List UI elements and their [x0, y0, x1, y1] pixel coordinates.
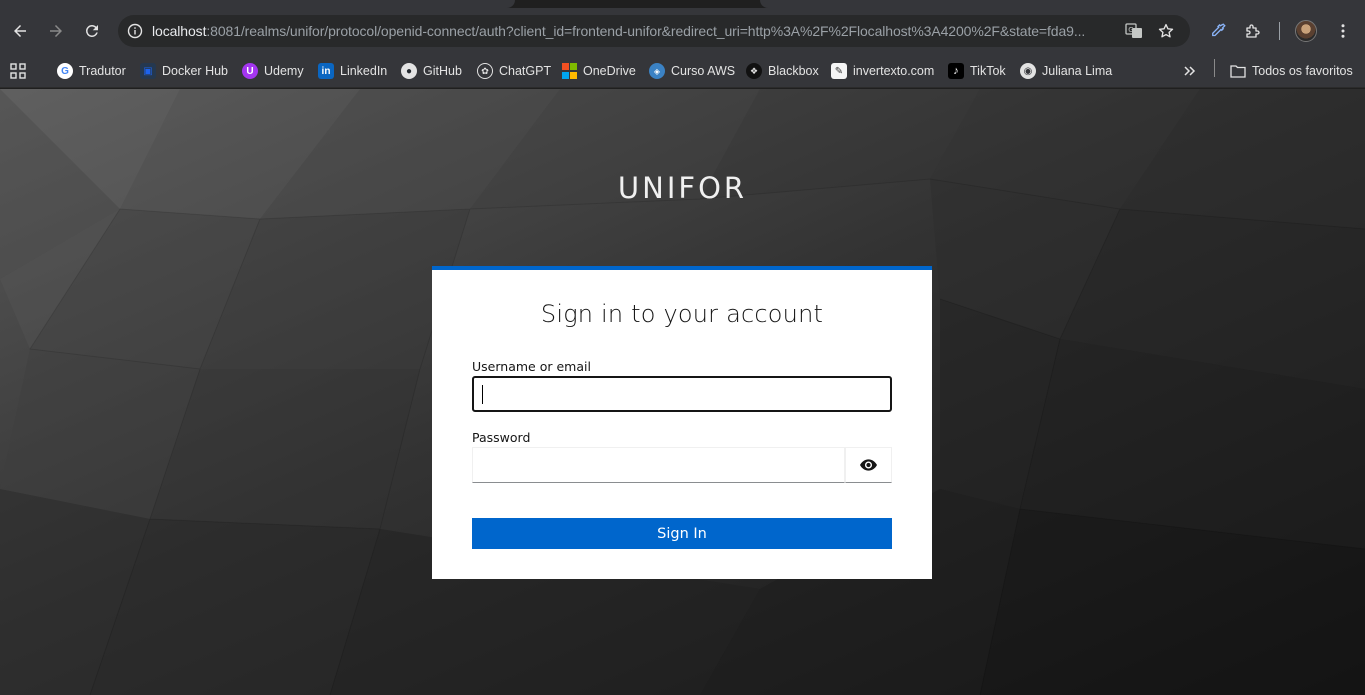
- bookmark-udemy[interactable]: U Udemy: [242, 60, 304, 82]
- reload-button[interactable]: [74, 13, 110, 49]
- url-path: :8081/realms/unifor/protocol/openid-conn…: [206, 23, 1086, 39]
- bookmark-label: Curso AWS: [671, 64, 736, 78]
- sign-in-button[interactable]: Sign In: [472, 518, 892, 549]
- extensions-icon[interactable]: [1240, 16, 1266, 46]
- blackbox-icon: ❖: [746, 63, 762, 79]
- login-title: Sign in to your account: [540, 300, 824, 328]
- url-host: localhost: [152, 23, 207, 39]
- star-icon[interactable]: [1156, 21, 1176, 41]
- linkedin-icon: in: [318, 63, 334, 79]
- apps-grid-icon[interactable]: [10, 60, 26, 82]
- eyedropper-icon[interactable]: [1205, 16, 1231, 46]
- bookmark-linkedin[interactable]: in LinkedIn: [318, 60, 387, 82]
- bookmark-chatgpt[interactable]: ✿ ChatGPT: [477, 60, 551, 82]
- bookmark-label: Blackbox: [768, 64, 819, 78]
- tiktok-icon: ♪: [948, 63, 964, 79]
- bookmark-tiktok[interactable]: ♪ TikTok: [948, 60, 1006, 82]
- aws-icon: ◈: [649, 63, 665, 79]
- text-caret: [482, 385, 483, 404]
- udemy-icon: U: [242, 63, 258, 79]
- bookmarks-bar: G Tradutor ▣ Docker Hub U Udemy in Linke…: [0, 54, 1365, 88]
- realm-title: UNIFOR: [617, 171, 748, 205]
- bookmark-onedrive[interactable]: OneDrive: [561, 60, 636, 82]
- forward-button[interactable]: [38, 13, 74, 49]
- password-group: [472, 447, 892, 483]
- tab-strip-area: [760, 0, 1365, 8]
- browser-toolbar: localhost:8081/realms/unifor/protocol/op…: [0, 8, 1365, 54]
- url-text[interactable]: localhost:8081/realms/unifor/protocol/op…: [152, 23, 1112, 39]
- username-label: Username or email: [472, 359, 591, 374]
- login-card: Sign in to your account Username or emai…: [432, 266, 932, 579]
- bookmark-github[interactable]: ● GitHub: [401, 60, 462, 82]
- bookmark-docker-hub[interactable]: ▣ Docker Hub: [140, 60, 228, 82]
- docker-icon: ▣: [140, 63, 156, 79]
- google-icon: G: [57, 63, 73, 79]
- bookmark-blackbox[interactable]: ❖ Blackbox: [746, 60, 819, 82]
- all-bookmarks-label: Todos os favoritos: [1252, 64, 1353, 78]
- bookmark-juliana-lima[interactable]: ◉ Juliana Lima: [1020, 60, 1112, 82]
- chatgpt-icon: ✿: [477, 63, 493, 79]
- password-field[interactable]: [472, 447, 845, 483]
- invertexto-icon: ✎: [831, 63, 847, 79]
- login-page: UNIFOR Sign in to your account Username …: [0, 89, 1365, 695]
- bookmark-label: invertexto.com: [853, 64, 935, 78]
- profile-avatar[interactable]: [1293, 16, 1319, 46]
- menu-kebab-icon[interactable]: [1330, 16, 1356, 46]
- bookmark-curso-aws[interactable]: ◈ Curso AWS: [649, 60, 735, 82]
- folder-icon: [1230, 63, 1246, 79]
- tab-strip: [0, 0, 1365, 8]
- bookmark-label: Tradutor: [79, 64, 126, 78]
- translate-icon[interactable]: G: [1124, 21, 1144, 41]
- show-password-button[interactable]: [845, 447, 892, 483]
- back-button[interactable]: [2, 13, 38, 49]
- active-tab[interactable]: [0, 0, 515, 8]
- address-bar[interactable]: localhost:8081/realms/unifor/protocol/op…: [118, 15, 1190, 47]
- globe-icon: ◉: [1020, 63, 1036, 79]
- bookmark-label: TikTok: [970, 64, 1006, 78]
- microsoft-icon: [561, 63, 577, 79]
- bookmark-label: GitHub: [423, 64, 462, 78]
- github-icon: ●: [401, 63, 417, 79]
- all-bookmarks-folder[interactable]: Todos os favoritos: [1230, 60, 1353, 82]
- bookmark-label: LinkedIn: [340, 64, 388, 78]
- bookmark-label: ChatGPT: [499, 64, 552, 78]
- password-label: Password: [472, 430, 531, 445]
- arrow-right-icon: [50, 25, 62, 37]
- toolbar-divider: [1279, 22, 1280, 40]
- bookmark-label: OneDrive: [583, 64, 636, 78]
- reload-icon: [85, 24, 98, 37]
- username-input[interactable]: [474, 378, 890, 410]
- bookmark-label: Docker Hub: [162, 64, 228, 78]
- svg-text:G: G: [1128, 26, 1133, 34]
- password-input[interactable]: [473, 448, 844, 482]
- arrow-left-icon: [14, 25, 26, 37]
- bookmark-tradutor[interactable]: G Tradutor: [57, 60, 126, 82]
- eye-icon: [860, 459, 877, 471]
- bookmarks-divider: [1214, 59, 1215, 77]
- username-field[interactable]: [472, 376, 892, 412]
- bookmarks-overflow-icon[interactable]: [1183, 60, 1197, 82]
- site-info-icon[interactable]: [118, 15, 152, 47]
- bookmark-label: Juliana Lima: [1042, 64, 1113, 78]
- bookmark-invertexto[interactable]: ✎ invertexto.com: [831, 60, 934, 82]
- bookmark-label: Udemy: [264, 64, 304, 78]
